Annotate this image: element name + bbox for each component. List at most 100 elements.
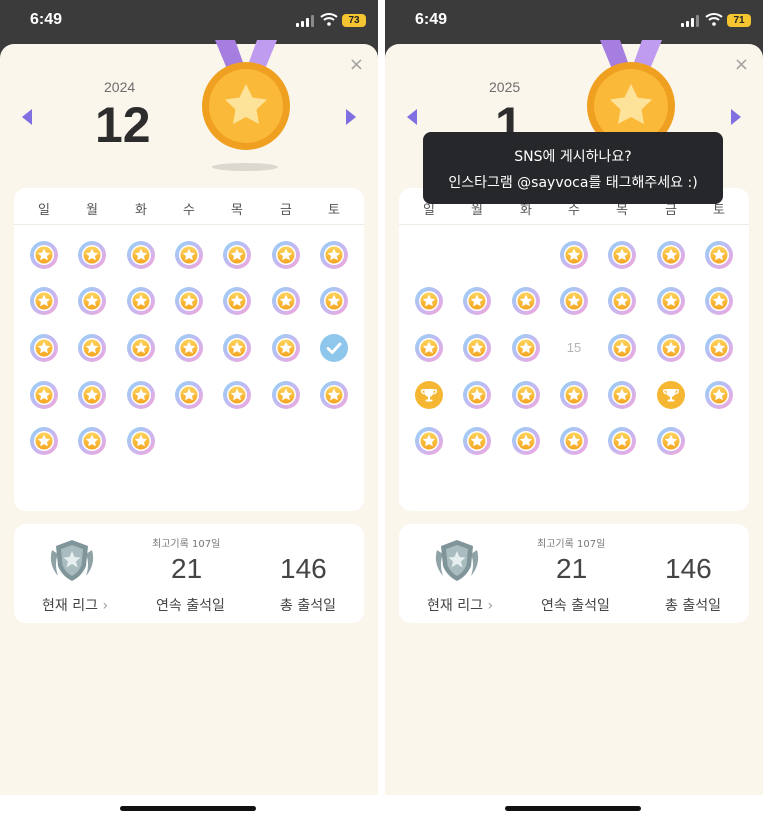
star-badge-icon[interactable]: [656, 286, 686, 316]
left-phone-screen: 6:49 73 × 2024 12 일월화수목금토 현재 리그 › 최고기록 1…: [0, 0, 378, 819]
star-badge-icon[interactable]: [29, 333, 59, 363]
star-badge-icon[interactable]: [704, 380, 734, 410]
current-league-link[interactable]: 현재 리그 ›: [427, 595, 493, 615]
next-month-arrow-icon[interactable]: [731, 109, 741, 125]
current-league-link[interactable]: 현재 리그 ›: [42, 595, 108, 615]
star-badge-icon[interactable]: [29, 426, 59, 456]
star-badge-icon[interactable]: [222, 240, 252, 270]
star-badge-icon[interactable]: [77, 426, 107, 456]
star-badge-icon[interactable]: [414, 426, 444, 456]
star-badge-icon[interactable]: [511, 426, 541, 456]
chevron-right-icon: ›: [487, 598, 494, 614]
star-badge-icon[interactable]: [29, 286, 59, 316]
close-icon[interactable]: ×: [349, 56, 364, 74]
star-badge-icon[interactable]: [704, 240, 734, 270]
star-badge-icon[interactable]: [462, 380, 492, 410]
home-indicator[interactable]: [505, 806, 641, 811]
star-badge-icon[interactable]: [77, 286, 107, 316]
star-badge-icon[interactable]: [656, 240, 686, 270]
weekday-label: 금: [280, 203, 292, 218]
star-badge-icon[interactable]: [462, 426, 492, 456]
star-badge-icon[interactable]: [319, 240, 349, 270]
calendar-day-number[interactable]: 15: [559, 340, 589, 355]
close-icon[interactable]: ×: [734, 56, 749, 74]
star-badge-icon[interactable]: [77, 240, 107, 270]
star-badge-icon[interactable]: [222, 333, 252, 363]
star-badge-icon[interactable]: [77, 333, 107, 363]
chevron-right-icon: ›: [102, 598, 109, 614]
trophy-badge-icon[interactable]: [414, 380, 444, 410]
wifi-icon: [705, 13, 723, 26]
star-badge-icon[interactable]: [607, 380, 637, 410]
star-badge-icon[interactable]: [704, 286, 734, 316]
weekday-label: 목: [231, 203, 243, 218]
total-value: 146: [665, 553, 712, 584]
star-badge-icon[interactable]: [126, 426, 156, 456]
signal-icon: [296, 15, 314, 27]
star-badge-icon[interactable]: [414, 333, 444, 363]
star-badge-icon[interactable]: [511, 380, 541, 410]
gold-medal-icon: [199, 40, 293, 170]
star-badge-icon[interactable]: [414, 286, 444, 316]
star-badge-icon[interactable]: [559, 380, 589, 410]
sns-share-tooltip[interactable]: SNS에 게시하나요? 인스타그램 @sayvoca를 태그해주세요 :): [423, 132, 723, 204]
star-badge-icon[interactable]: [77, 380, 107, 410]
star-badge-icon[interactable]: [559, 240, 589, 270]
check-badge-icon[interactable]: [319, 333, 349, 363]
tooltip-line-1: SNS에 게시하나요?: [514, 149, 632, 165]
status-time: 6:49: [30, 11, 63, 28]
next-month-arrow-icon[interactable]: [346, 109, 356, 125]
current-league-label: 현재 리그: [42, 598, 98, 614]
star-badge-icon[interactable]: [462, 286, 492, 316]
star-badge-icon[interactable]: [511, 286, 541, 316]
star-badge-icon[interactable]: [511, 333, 541, 363]
star-badge-icon[interactable]: [319, 286, 349, 316]
weekday-header: 일월화수목금토: [14, 188, 364, 225]
prev-month-arrow-icon[interactable]: [22, 109, 32, 125]
star-badge-icon[interactable]: [704, 333, 734, 363]
star-badge-icon[interactable]: [126, 380, 156, 410]
star-badge-icon[interactable]: [607, 286, 637, 316]
weekday-label: 일: [38, 203, 50, 218]
star-badge-icon[interactable]: [271, 333, 301, 363]
star-badge-icon[interactable]: [222, 286, 252, 316]
star-badge-icon[interactable]: [174, 380, 204, 410]
star-badge-icon[interactable]: [656, 333, 686, 363]
star-badge-icon[interactable]: [29, 240, 59, 270]
star-badge-icon[interactable]: [271, 380, 301, 410]
star-badge-icon[interactable]: [462, 333, 492, 363]
star-badge-icon[interactable]: [656, 426, 686, 456]
best-record: 최고기록 107일: [152, 539, 221, 550]
star-badge-icon[interactable]: [607, 426, 637, 456]
star-badge-icon[interactable]: [126, 286, 156, 316]
star-badge-icon[interactable]: [271, 240, 301, 270]
trophy-badge-icon[interactable]: [656, 380, 686, 410]
star-badge-icon[interactable]: [174, 333, 204, 363]
star-badge-icon[interactable]: [559, 286, 589, 316]
star-badge-icon[interactable]: [559, 426, 589, 456]
signal-icon: [681, 15, 699, 27]
star-badge-icon[interactable]: [607, 333, 637, 363]
star-badge-icon[interactable]: [271, 286, 301, 316]
home-indicator[interactable]: [120, 806, 256, 811]
star-badge-icon[interactable]: [319, 380, 349, 410]
league-badge-icon[interactable]: [431, 536, 483, 584]
total-label: 총 출석일: [280, 598, 336, 614]
home-indicator-area: [0, 795, 378, 819]
prev-month-arrow-icon[interactable]: [407, 109, 417, 125]
weekday-label: 토: [328, 203, 340, 218]
star-badge-icon[interactable]: [222, 380, 252, 410]
league-badge-icon[interactable]: [46, 536, 98, 584]
stats-card: 현재 리그 › 최고기록 107일 21 연속 출석일 146 총 출석일: [399, 524, 749, 623]
streak-value: 21: [556, 553, 588, 584]
weekday-label: 월: [86, 203, 98, 218]
star-badge-icon[interactable]: [607, 240, 637, 270]
status-bar: 6:49 73: [0, 0, 378, 44]
star-badge-icon[interactable]: [29, 380, 59, 410]
star-badge-icon[interactable]: [126, 240, 156, 270]
streak-value: 21: [171, 553, 203, 584]
star-badge-icon[interactable]: [174, 286, 204, 316]
best-record: 최고기록 107일: [537, 539, 606, 550]
star-badge-icon[interactable]: [126, 333, 156, 363]
star-badge-icon[interactable]: [174, 240, 204, 270]
